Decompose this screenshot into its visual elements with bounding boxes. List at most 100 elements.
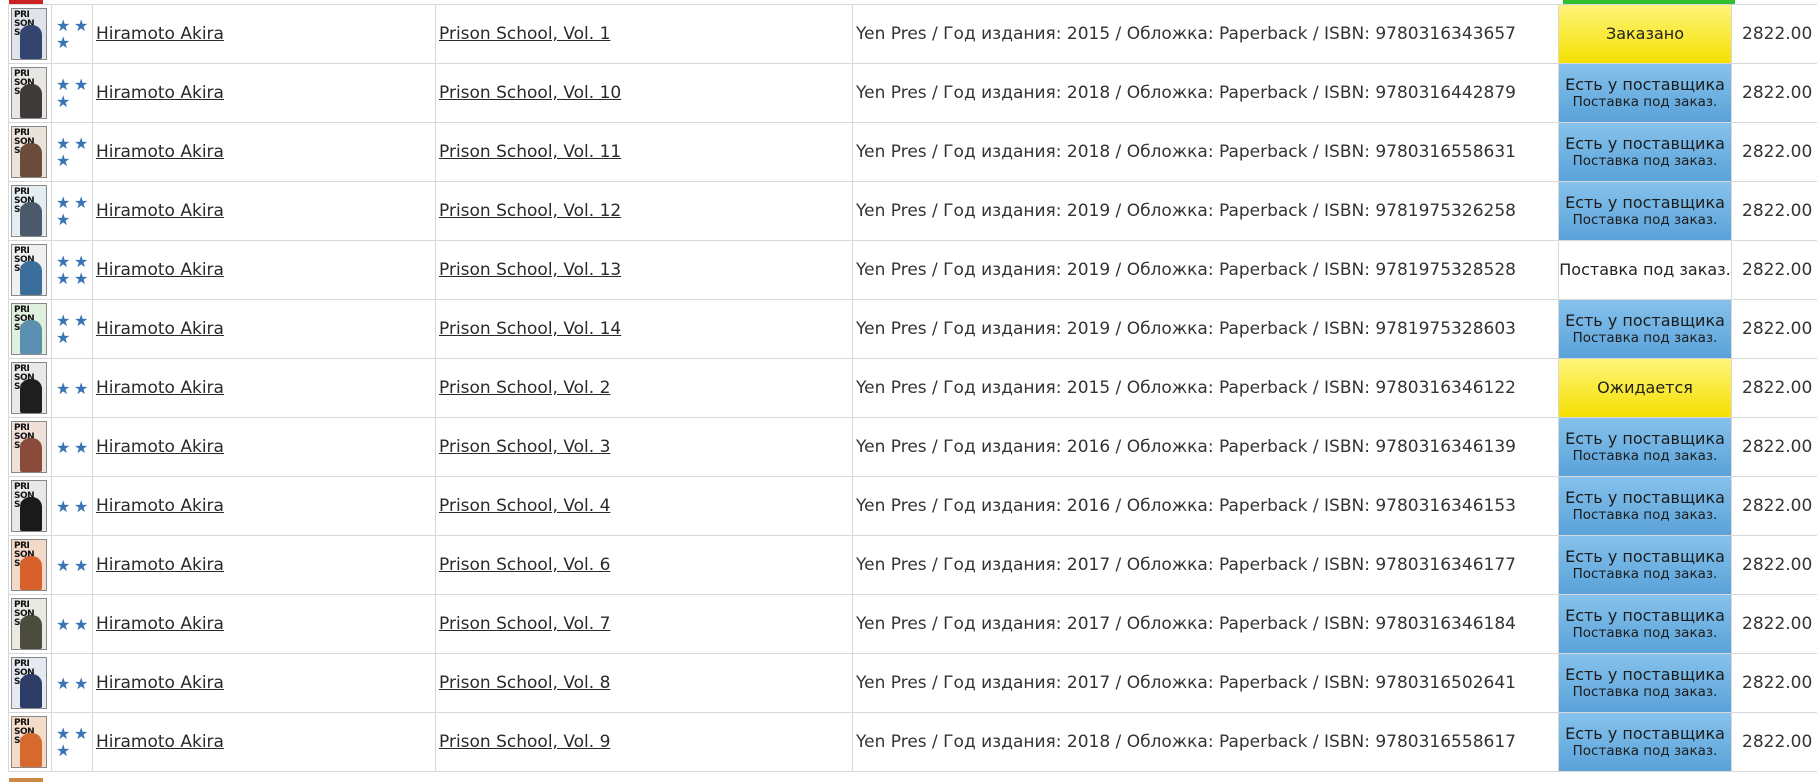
star-icon: ★: [74, 378, 89, 398]
cover-image[interactable]: PRISONSCH: [11, 539, 47, 591]
rating-cell: ★ ★ ★: [51, 122, 93, 182]
price: 2822.00: [1731, 594, 1817, 654]
rating-cell: ★ ★ ★: [51, 4, 93, 64]
availability-status[interactable]: Есть у поставщика Поставка под заказ.: [1559, 300, 1731, 358]
status-primary-text: Ожидается: [1597, 378, 1693, 397]
star-icon: ★: [56, 555, 71, 575]
title-link[interactable]: Prison School, Vol. 7: [439, 614, 610, 634]
title-link[interactable]: Prison School, Vol. 2: [439, 378, 610, 398]
availability-status[interactable]: Ожидается: [1559, 359, 1731, 417]
rating-stars: ★ ★ ★: [52, 312, 92, 346]
cover-figure: [20, 556, 42, 590]
star-icon: ★: [56, 673, 71, 693]
cover-image[interactable]: PRISONSCH: [11, 8, 47, 60]
title-link[interactable]: Prison School, Vol. 13: [439, 260, 621, 280]
star-icon: ★: [74, 673, 89, 693]
cover-image[interactable]: PRISONSCH: [11, 185, 47, 237]
title-cell: Prison School, Vol. 2: [435, 358, 853, 418]
status-secondary-text: Поставка под заказ.: [1572, 507, 1718, 523]
author-link[interactable]: Hiramoto Akira: [96, 378, 224, 398]
cover-image[interactable]: PRISONSCH: [11, 244, 47, 296]
star-icon: ★: [56, 328, 71, 347]
author-cell: Hiramoto Akira: [92, 417, 436, 477]
rating-cell: ★ ★ ★ ★: [51, 240, 93, 300]
price: 2822.00: [1731, 358, 1817, 418]
author-link[interactable]: Hiramoto Akira: [96, 142, 224, 162]
author-link[interactable]: Hiramoto Akira: [96, 83, 224, 103]
book-info: Yen Pres / Год издания: 2019 / Обложка: …: [852, 181, 1559, 241]
rating-cell: ★ ★ ★: [51, 299, 93, 359]
title-link[interactable]: Prison School, Vol. 4: [439, 496, 610, 516]
title-link[interactable]: Prison School, Vol. 9: [439, 732, 610, 752]
availability-status[interactable]: Есть у поставщика Поставка под заказ.: [1559, 713, 1731, 771]
cover-image[interactable]: PRISONSCH: [11, 657, 47, 709]
title-link[interactable]: Prison School, Vol. 6: [439, 555, 610, 575]
author-link[interactable]: Hiramoto Akira: [96, 732, 224, 752]
cover-figure: [20, 202, 42, 236]
star-icon: ★: [74, 437, 89, 457]
author-cell: Hiramoto Akira: [92, 299, 436, 359]
cover-cell: PRISONSCH: [8, 712, 52, 772]
author-link[interactable]: Hiramoto Akira: [96, 555, 224, 575]
availability-status[interactable]: Есть у поставщика Поставка под заказ.: [1559, 477, 1731, 535]
rating-cell: ★ ★ ★: [51, 712, 93, 772]
author-link[interactable]: Hiramoto Akira: [96, 614, 224, 634]
cover-image[interactable]: PRISONSCH: [11, 480, 47, 532]
rating-stars: ★ ★: [52, 616, 92, 633]
price: 2822.00: [1731, 653, 1817, 713]
table-row: PRISONSCH ★★★ Hiramoto Akira Prison Scho…: [8, 4, 1817, 64]
availability-status[interactable]: Есть у поставщика Поставка под заказ.: [1559, 654, 1731, 712]
rating-cell: ★ ★: [51, 535, 93, 595]
title-link[interactable]: Prison School, Vol. 3: [439, 437, 610, 457]
rating-stars: ★ ★ ★: [52, 725, 92, 759]
availability-status[interactable]: Есть у поставщика Поставка под заказ.: [1559, 64, 1731, 122]
availability-status[interactable]: Есть у поставщика Поставка под заказ.: [1559, 536, 1731, 594]
star-icon: ★: [56, 378, 71, 398]
author-link[interactable]: Hiramoto Akira: [96, 260, 224, 280]
availability-status[interactable]: Есть у поставщика Поставка под заказ.: [1559, 123, 1731, 181]
table-row: PRISONSCH ★★★ Hiramoto Akira Prison Scho…: [8, 712, 1817, 772]
title-link[interactable]: Prison School, Vol. 8: [439, 673, 610, 693]
title-link[interactable]: Prison School, Vol. 10: [439, 83, 621, 103]
author-link[interactable]: Hiramoto Akira: [96, 319, 224, 339]
availability-status[interactable]: Есть у поставщика Поставка под заказ.: [1559, 595, 1731, 653]
cover-image[interactable]: PRISONSCH: [11, 303, 47, 355]
availability-status[interactable]: Есть у поставщика Поставка под заказ.: [1559, 182, 1731, 240]
book-info: Yen Pres / Год издания: 2017 / Обложка: …: [852, 653, 1559, 713]
star-icon: ★: [74, 134, 89, 153]
cover-cell: PRISONSCH: [8, 653, 52, 713]
title-cell: Prison School, Vol. 12: [435, 181, 853, 241]
rating-stars: ★ ★ ★: [52, 135, 92, 169]
cover-image[interactable]: PRISONSCH: [11, 716, 47, 768]
table-row: PRISONSCH ★★★ Hiramoto Akira Prison Scho…: [8, 122, 1817, 182]
availability-status[interactable]: Поставка под заказ.: [1559, 241, 1731, 299]
title-link[interactable]: Prison School, Vol. 14: [439, 319, 621, 339]
cover-image[interactable]: PRISONSCH: [11, 126, 47, 178]
availability-status[interactable]: Заказано: [1559, 5, 1731, 63]
title-cell: Prison School, Vol. 4: [435, 476, 853, 536]
price: 2822.00: [1731, 122, 1817, 182]
title-link[interactable]: Prison School, Vol. 12: [439, 201, 621, 221]
rating-cell: ★ ★: [51, 476, 93, 536]
star-icon: ★: [56, 252, 71, 271]
cover-image[interactable]: PRISONSCH: [11, 421, 47, 473]
author-cell: Hiramoto Akira: [92, 181, 436, 241]
cover-image[interactable]: PRISONSCH: [11, 598, 47, 650]
author-link[interactable]: Hiramoto Akira: [96, 673, 224, 693]
catalog-page: PRISONSCH ★★★ Hiramoto Akira Prison Scho…: [0, 0, 1817, 782]
title-link[interactable]: Prison School, Vol. 11: [439, 142, 621, 162]
book-info: Yen Pres / Год издания: 2019 / Обложка: …: [852, 240, 1559, 300]
cover-image[interactable]: PRISONSCH: [11, 362, 47, 414]
title-cell: Prison School, Vol. 9: [435, 712, 853, 772]
star-icon: ★: [74, 614, 89, 634]
availability-status[interactable]: Есть у поставщика Поставка под заказ.: [1559, 418, 1731, 476]
cover-figure: [20, 497, 42, 531]
cover-image[interactable]: PRISONSCH: [11, 67, 47, 119]
author-link[interactable]: Hiramoto Akira: [96, 437, 224, 457]
title-link[interactable]: Prison School, Vol. 1: [439, 24, 610, 44]
author-link[interactable]: Hiramoto Akira: [96, 24, 224, 44]
author-link[interactable]: Hiramoto Akira: [96, 201, 224, 221]
star-icon: ★: [56, 16, 71, 35]
author-link[interactable]: Hiramoto Akira: [96, 496, 224, 516]
book-info: Yen Pres / Год издания: 2015 / Обложка: …: [852, 4, 1559, 64]
